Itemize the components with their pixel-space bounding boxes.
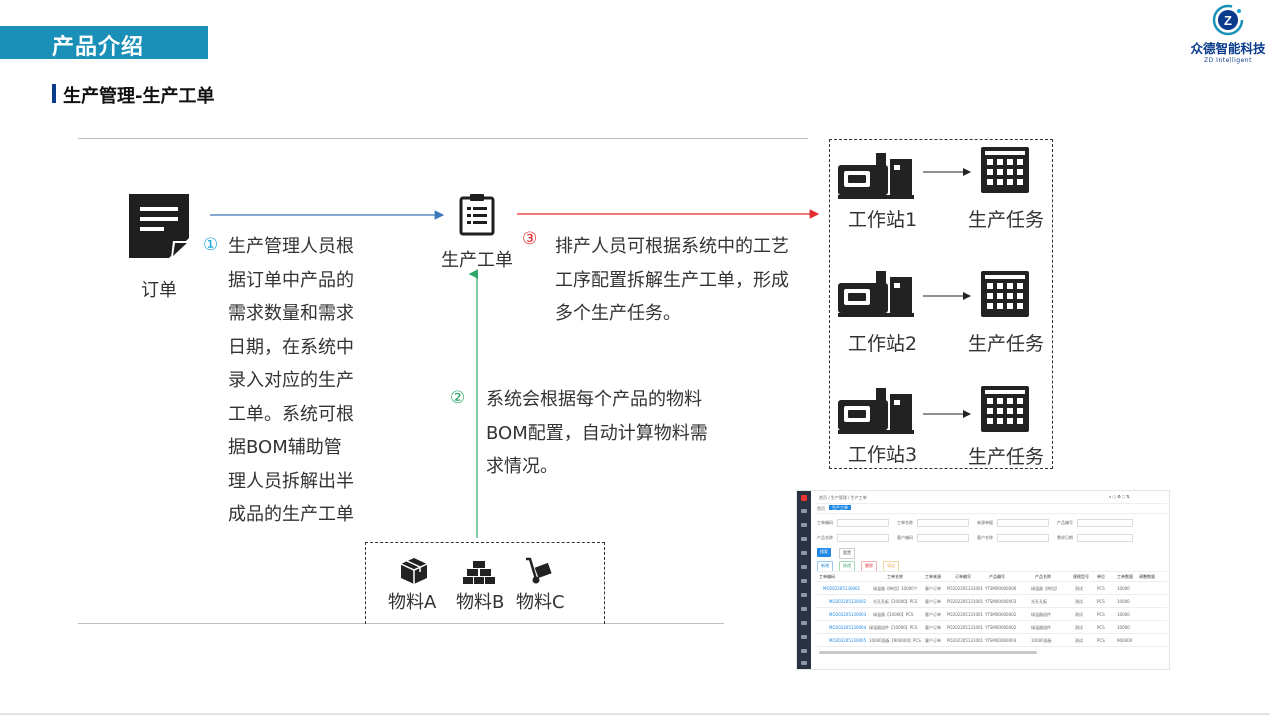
- step2-description: 系统会根据每个产品的物料 BOM配置，自动计算物料需 求情况。: [486, 383, 736, 484]
- filter-label: 产品编号: [1057, 520, 1073, 525]
- column-header: 产品名称: [1035, 574, 1051, 579]
- app-breadcrumb: 首页 / 生产管理 / 生产工单: [819, 495, 867, 500]
- step1-line: 需求数量和需求: [228, 303, 354, 324]
- clipboard-icon: [459, 194, 495, 236]
- filter-label: 客户名称: [977, 535, 993, 540]
- machine-icon: [838, 153, 914, 199]
- work-order-label: 生产工单: [441, 250, 513, 271]
- column-header: 工单数量: [1117, 574, 1133, 579]
- calendar-grid-icon: [981, 147, 1029, 193]
- column-header: 工单来源: [925, 574, 941, 579]
- step3-line: 排产人员可根据系统中的工艺: [555, 236, 789, 257]
- filter-input[interactable]: [997, 534, 1049, 542]
- material-label: 物料A: [388, 592, 437, 613]
- column-header: 工单编码: [819, 574, 835, 579]
- step3-line: 工序配置拆解生产工单，形成: [555, 269, 789, 291]
- column-header: 规格型号: [1073, 574, 1089, 579]
- stacked-boxes-icon: [463, 561, 495, 584]
- step1-line: 理人员拆解出半: [228, 470, 354, 492]
- step1-line: 工单。系统可根: [228, 403, 354, 425]
- step1-description: 生产管理人员根 据订单中产品的 需求数量和需求 日期，在系统中 录入对应的生产 …: [228, 230, 378, 532]
- order-document-icon: [129, 194, 189, 258]
- footer-divider: [0, 713, 1270, 715]
- step3-description: 排产人员可根据系统中的工艺 工序配置拆解生产工单，形成 多个生产任务。: [555, 230, 815, 331]
- step2-line: 系统会根据每个产品的物料: [486, 389, 702, 410]
- material-label: 物料B: [456, 592, 505, 613]
- column-header: 单位: [1097, 574, 1105, 579]
- machine-icon: [838, 271, 914, 317]
- column-header: 产品编号: [989, 574, 1005, 579]
- search-button[interactable]: 搜索: [817, 548, 831, 557]
- column-header: 订单编号: [955, 574, 971, 579]
- toolbar-icons: ⌕ ○ ⚙ ⛶ ⇅: [1109, 494, 1130, 499]
- step1-number: ①: [203, 235, 219, 255]
- filter-label: 工单名称: [897, 520, 913, 525]
- material-label: 物料C: [516, 592, 565, 613]
- app-sidebar: [797, 491, 811, 669]
- step1-line: 据BOM辅助管: [228, 437, 342, 458]
- step3-line: 多个生产任务。: [555, 303, 681, 324]
- reset-button[interactable]: 重置: [839, 548, 855, 559]
- step2-line: 求情况。: [486, 456, 558, 477]
- filter-label: 来源单据: [977, 520, 993, 525]
- filter-input[interactable]: [917, 534, 969, 542]
- order-label: 订单: [141, 280, 177, 301]
- system-screenshot: 首页 / 生产管理 / 生产工单 ⌕ ○ ⚙ ⛶ ⇅ 首页 生产工单 工单编码 …: [796, 490, 1170, 670]
- step2-number: ②: [450, 388, 466, 408]
- filter-input[interactable]: [1077, 519, 1133, 527]
- filter-label: 需求日期: [1057, 535, 1073, 540]
- task-label: 生产任务: [968, 446, 1045, 468]
- step1-line: 生产管理人员根: [228, 236, 354, 257]
- filter-input[interactable]: [837, 519, 889, 527]
- filter-label: 客户编码: [897, 535, 913, 540]
- app-tab-active[interactable]: 生产工单: [829, 505, 851, 510]
- station-name: 工作站1: [848, 209, 918, 231]
- station-name: 工作站2: [848, 333, 918, 355]
- station-name: 工作站3: [848, 444, 918, 466]
- step1-line: 日期，在系统中: [228, 336, 354, 358]
- column-header: 工单名称: [887, 574, 903, 579]
- app-tab[interactable]: 首页: [817, 506, 825, 511]
- step2-line: BOM配置，自动计算物料需: [486, 422, 708, 444]
- horizontal-scrollbar[interactable]: [819, 651, 1037, 654]
- step1-line: 成品的生产工单: [228, 504, 354, 525]
- filter-label: 产品名称: [817, 535, 833, 540]
- column-header: 调整数量: [1139, 574, 1155, 579]
- task-label: 生产任务: [968, 333, 1045, 355]
- filter-input[interactable]: [997, 519, 1049, 527]
- calendar-grid-icon: [981, 386, 1029, 432]
- task-label: 生产任务: [968, 209, 1045, 231]
- filter-input[interactable]: [917, 519, 969, 527]
- filter-label: 工单编码: [817, 520, 833, 525]
- step1-line: 录入对应的生产: [228, 370, 354, 391]
- step3-number: ③: [522, 229, 538, 249]
- filter-input[interactable]: [1077, 534, 1133, 542]
- hand-truck-icon: [526, 557, 552, 584]
- machine-icon: [838, 388, 914, 434]
- calendar-grid-icon: [981, 271, 1029, 317]
- step1-line: 据订单中产品的: [228, 269, 354, 291]
- filter-input[interactable]: [837, 534, 889, 542]
- box-icon: [400, 558, 428, 584]
